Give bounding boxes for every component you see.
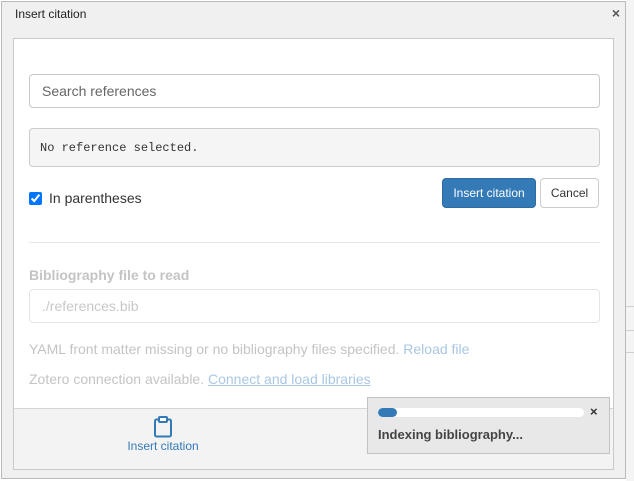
divider xyxy=(29,242,600,243)
zotero-available-text: Zotero connection available. xyxy=(29,371,205,387)
citation-preview: No reference selected. xyxy=(29,128,600,167)
search-references-input[interactable] xyxy=(29,74,600,108)
indexing-progress-bar xyxy=(378,408,584,417)
bibliography-status-text: YAML front matter missing or no bibliogr… xyxy=(29,341,469,357)
connect-libraries-link[interactable]: Connect and load libraries xyxy=(208,371,371,387)
indexing-message: Indexing bibliography... xyxy=(378,427,523,442)
background-divider xyxy=(626,330,634,331)
in-parentheses-option[interactable]: In parentheses xyxy=(29,190,142,206)
missing-bibliography-text: YAML front matter missing or no bibliogr… xyxy=(29,341,400,357)
background-divider xyxy=(626,352,634,353)
dialog-title: Insert citation xyxy=(15,7,87,21)
indexing-progress-fill xyxy=(378,408,397,417)
dialog-titlebar: Insert citation × xyxy=(2,2,625,26)
close-icon[interactable]: × xyxy=(590,404,598,419)
reload-file-link[interactable]: Reload file xyxy=(403,341,469,357)
zotero-status-text: Zotero connection available. Connect and… xyxy=(29,371,371,387)
tab-insert-citation-label: Insert citation xyxy=(127,439,199,453)
bibliography-heading: Bibliography file to read xyxy=(29,267,190,283)
in-parentheses-checkbox[interactable] xyxy=(29,191,42,205)
in-parentheses-label: In parentheses xyxy=(49,190,142,206)
background-edge xyxy=(626,0,634,481)
indexing-notification: × Indexing bibliography... xyxy=(367,397,610,454)
tab-insert-citation[interactable]: Insert citation xyxy=(14,409,312,469)
background-divider xyxy=(626,306,634,307)
close-icon[interactable]: × xyxy=(612,5,620,21)
bibliography-file-input[interactable] xyxy=(29,289,600,323)
cancel-button[interactable]: Cancel xyxy=(540,178,599,208)
insert-citation-button[interactable]: Insert citation xyxy=(442,178,536,208)
